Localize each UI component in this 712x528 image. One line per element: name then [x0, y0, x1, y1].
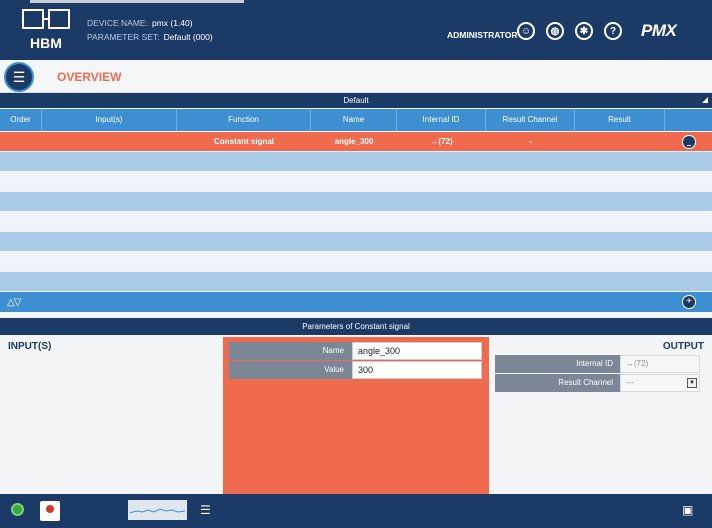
table-row[interactable]: [0, 272, 712, 291]
output-label: Result Channel: [495, 374, 620, 392]
col-name[interactable]: Name: [311, 109, 397, 131]
parameters-title: Parameters of Constant signal: [0, 318, 712, 335]
footer: ☰ ▣: [0, 494, 712, 528]
main-menu-button[interactable]: ☰: [4, 62, 34, 92]
col-actions: [665, 109, 712, 131]
param-label: Name: [229, 342, 352, 360]
globe-icon[interactable]: ◍: [546, 22, 564, 40]
status-led-icon: [11, 503, 24, 516]
table-header: Order Input(s) Function Name Internal ID…: [0, 109, 712, 131]
col-function[interactable]: Function: [177, 109, 311, 131]
header-tab-strip: [30, 0, 244, 3]
device-info: DEVICE NAME: pmx (1.40) PARAMETER SET: Def…: [87, 16, 213, 44]
value-field[interactable]: 300: [352, 361, 482, 379]
signal-preview-icon[interactable]: [128, 500, 187, 520]
table-row[interactable]: [0, 172, 712, 191]
internal-id-field: ↔(72): [620, 355, 700, 373]
user-icon[interactable]: ☺: [517, 22, 535, 40]
parameter-set-label: PARAMETER SET:: [87, 32, 160, 42]
list-icon: ☰: [12, 68, 26, 85]
table-row[interactable]: [0, 252, 712, 271]
col-internal-id[interactable]: Internal ID: [397, 109, 486, 131]
help-icon[interactable]: ?: [604, 22, 622, 40]
group-title-text: Default: [343, 96, 369, 105]
output-row-result-channel: Result Channel --- ▼: [495, 374, 700, 392]
user-role: ADMINISTRATOR: [447, 30, 518, 40]
table-row[interactable]: [0, 212, 712, 231]
cell-result: [575, 132, 665, 151]
col-inputs[interactable]: Input(s): [42, 109, 177, 131]
app-root: HBM DEVICE NAME: pmx (1.40) PARAMETER SET…: [0, 0, 712, 528]
table-row-selected[interactable]: Constant signal angle_300 ↔(72) - −: [0, 132, 712, 151]
device-name-label: DEVICE NAME:: [87, 18, 148, 28]
table-footer: △▽ +: [0, 292, 712, 312]
cell-name: angle_300: [334, 137, 374, 146]
inputs-heading: INPUT(S): [8, 341, 52, 352]
col-result[interactable]: Result: [575, 109, 665, 131]
list-view-icon[interactable]: ☰: [200, 503, 211, 517]
param-label: Value: [229, 361, 352, 379]
output-row-internal-id: Internal ID ↔(72): [495, 355, 700, 373]
cell-inputs: [42, 132, 177, 151]
result-channel-select[interactable]: --- ▼: [620, 374, 700, 392]
col-result-channel[interactable]: Result Channel: [486, 109, 575, 131]
remove-row-button[interactable]: −: [682, 135, 696, 150]
page-title: OVERVIEW: [57, 70, 122, 84]
overview-bar: ☰ OVERVIEW: [0, 60, 712, 93]
add-row-button[interactable]: +: [682, 295, 696, 309]
param-row-value: Value 300: [229, 361, 482, 379]
hbm-logo: HBM: [22, 9, 70, 51]
chevron-down-icon[interactable]: ▼: [687, 378, 697, 388]
parameters-panel: Name angle_300 Value 300: [223, 337, 489, 494]
pmx-brand: PMX: [641, 21, 677, 40]
result-channel-value: ---: [626, 378, 634, 387]
move-up-down-icon[interactable]: △▽: [7, 297, 21, 308]
cell-order: [0, 132, 42, 151]
name-field[interactable]: angle_300: [352, 342, 482, 360]
collapse-corner-icon[interactable]: [702, 97, 708, 103]
save-icon[interactable]: ▣: [682, 503, 693, 517]
settings-icon[interactable]: ✱: [575, 22, 593, 40]
logo-text: HBM: [30, 35, 62, 51]
param-row-name: Name angle_300: [229, 342, 482, 360]
cell-internal-id: ↔(72): [430, 137, 453, 146]
table-row[interactable]: [0, 232, 712, 251]
parameter-set-value: Default (000): [163, 32, 213, 42]
device-name-value: pmx (1.40): [151, 18, 193, 28]
output-heading: OUTPUT: [662, 341, 704, 352]
col-order[interactable]: Order: [0, 109, 42, 131]
table-group-title: Default: [0, 93, 712, 108]
codesys-icon[interactable]: [40, 501, 60, 521]
output-label: Internal ID: [495, 355, 620, 373]
table-row[interactable]: [0, 192, 712, 211]
cell-function: Constant signal: [213, 137, 274, 146]
table-row[interactable]: [0, 152, 712, 171]
header: HBM DEVICE NAME: pmx (1.40) PARAMETER SET…: [0, 0, 712, 60]
cell-result-channel: -: [529, 137, 532, 146]
